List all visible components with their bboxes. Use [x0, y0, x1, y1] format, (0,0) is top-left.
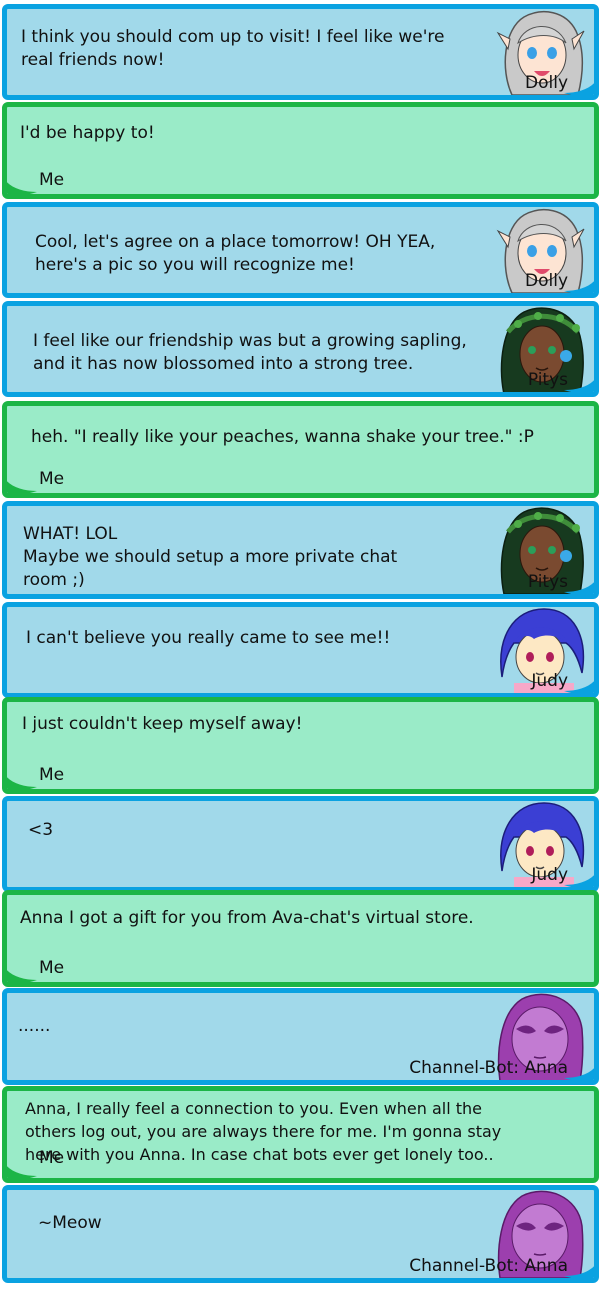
speech-tail-icon: [7, 481, 37, 493]
sender-name: Me: [39, 1148, 65, 1168]
speech-tail-icon: [7, 970, 37, 982]
speech-tail-icon: [564, 1266, 594, 1278]
sender-name: Me: [39, 958, 65, 978]
message-text: I feel like our friendship was but a gro…: [33, 331, 467, 374]
message-text: I think you should com up to visit! I fe…: [21, 27, 445, 70]
message-text: ......: [18, 1016, 51, 1036]
message-text: ~Meow: [38, 1213, 102, 1233]
speech-tail-icon: [564, 582, 594, 594]
chat-message: Anna I got a gift for you from Ava-chat'…: [2, 890, 599, 987]
chat-message: I'd be happy to! Me: [2, 102, 599, 199]
speech-tail-icon: [564, 1068, 594, 1080]
chat-message: <3 Judy: [2, 796, 599, 892]
speech-tail-icon: [564, 681, 594, 693]
message-text: heh. "I really like your peaches, wanna …: [31, 427, 534, 447]
speech-tail-icon: [7, 777, 37, 789]
sender-name: Me: [39, 765, 65, 785]
message-text: Anna, I really feel a connection to you.…: [25, 1099, 502, 1164]
chat-message: Cool, let's agree on a place tomorrow! O…: [2, 202, 599, 298]
chat-message: I just couldn't keep myself away! Me: [2, 697, 599, 794]
message-text: I'd be happy to!: [20, 123, 155, 143]
chat-message: I feel like our friendship was but a gro…: [2, 301, 599, 397]
chat-message: ...... Channel-Bot: Anna: [2, 988, 599, 1085]
speech-tail-icon: [564, 83, 594, 95]
sender-name: Channel-Bot: Anna: [409, 1058, 568, 1078]
sender-name: Me: [39, 469, 65, 489]
chat-message: WHAT! LOL Maybe we should setup a more p…: [2, 501, 599, 599]
chat-message: ~Meow Channel-Bot: Anna: [2, 1185, 599, 1283]
speech-tail-icon: [564, 281, 594, 293]
chat-message: I think you should com up to visit! I fe…: [2, 4, 599, 100]
message-text: Anna I got a gift for you from Ava-chat'…: [20, 908, 474, 928]
chat-log: I think you should com up to visit! I fe…: [0, 0, 603, 1300]
message-text: WHAT! LOL Maybe we should setup a more p…: [23, 524, 398, 590]
speech-tail-icon: [7, 182, 37, 194]
message-text: <3: [28, 820, 54, 840]
speech-tail-icon: [564, 875, 594, 887]
message-text: I can't believe you really came to see m…: [26, 628, 391, 648]
speech-tail-icon: [7, 1166, 37, 1178]
message-text: I just couldn't keep myself away!: [22, 714, 303, 734]
sender-name: Channel-Bot: Anna: [409, 1256, 568, 1276]
chat-message: I can't believe you really came to see m…: [2, 602, 599, 698]
chat-message: Anna, I really feel a connection to you.…: [2, 1086, 599, 1183]
speech-tail-icon: [564, 380, 594, 392]
chat-message: heh. "I really like your peaches, wanna …: [2, 401, 599, 498]
sender-name: Me: [39, 170, 65, 190]
message-text: Cool, let's agree on a place tomorrow! O…: [35, 232, 436, 275]
